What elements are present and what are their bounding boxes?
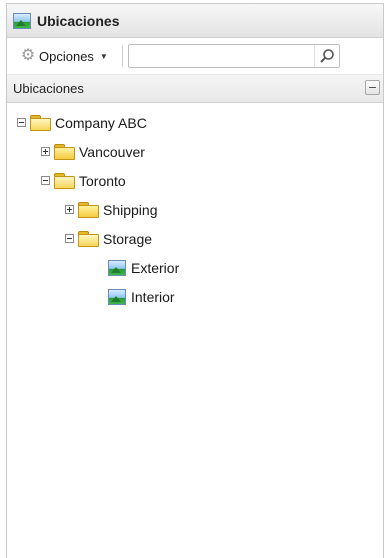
plus-icon[interactable] bbox=[41, 147, 50, 156]
folder-icon bbox=[78, 231, 99, 247]
section-header: Ubicaciones bbox=[7, 75, 383, 103]
minus-icon[interactable] bbox=[41, 176, 50, 185]
location-tree: Company ABC Vancouver Toronto Shipping S… bbox=[7, 103, 383, 311]
tree-node-label: Company ABC bbox=[55, 114, 147, 131]
toolbar: ⚙ Opciones ▼ bbox=[7, 38, 383, 75]
image-icon bbox=[108, 288, 126, 305]
tree-node-label: Interior bbox=[131, 288, 175, 305]
image-icon bbox=[13, 12, 31, 29]
panel-title: Ubicaciones bbox=[37, 12, 120, 29]
locations-panel: Ubicaciones ⚙ Opciones ▼ Ubicaciones Com bbox=[6, 3, 384, 558]
chevron-down-icon: ▼ bbox=[99, 51, 108, 61]
options-button[interactable]: ⚙ Opciones ▼ bbox=[15, 43, 113, 69]
search-box bbox=[127, 44, 340, 68]
search-button[interactable] bbox=[313, 45, 339, 67]
options-label: Opciones bbox=[39, 48, 94, 64]
folder-icon bbox=[78, 202, 99, 218]
tree-node-toronto[interactable]: Toronto bbox=[7, 166, 383, 195]
search-input[interactable] bbox=[128, 46, 314, 66]
image-icon bbox=[108, 259, 126, 276]
tree-node-label: Vancouver bbox=[79, 143, 145, 160]
tree-node-label: Shipping bbox=[103, 201, 158, 218]
folder-icon bbox=[54, 144, 75, 160]
tree-node-company-abc[interactable]: Company ABC bbox=[7, 108, 383, 137]
minus-icon[interactable] bbox=[65, 234, 74, 243]
tree-node-storage[interactable]: Storage bbox=[7, 224, 383, 253]
tree-node-label: Exterior bbox=[131, 259, 180, 276]
tree-node-vancouver[interactable]: Vancouver bbox=[7, 137, 383, 166]
tree-node-exterior[interactable]: Exterior bbox=[7, 253, 383, 282]
tree-node-label: Toronto bbox=[79, 172, 126, 189]
collapse-button[interactable] bbox=[365, 80, 380, 95]
tree-node-interior[interactable]: Interior bbox=[7, 282, 383, 311]
toolbar-separator bbox=[121, 45, 123, 67]
search-icon bbox=[320, 49, 334, 63]
gear-icon: ⚙ bbox=[20, 47, 36, 64]
tree-node-label: Storage bbox=[103, 230, 153, 247]
folder-icon bbox=[54, 173, 75, 189]
minus-icon[interactable] bbox=[17, 118, 26, 127]
folder-icon bbox=[30, 115, 51, 131]
section-header-label: Ubicaciones bbox=[13, 81, 84, 96]
tree-node-shipping[interactable]: Shipping bbox=[7, 195, 383, 224]
plus-icon[interactable] bbox=[65, 205, 74, 214]
panel-titlebar: Ubicaciones bbox=[7, 4, 383, 38]
